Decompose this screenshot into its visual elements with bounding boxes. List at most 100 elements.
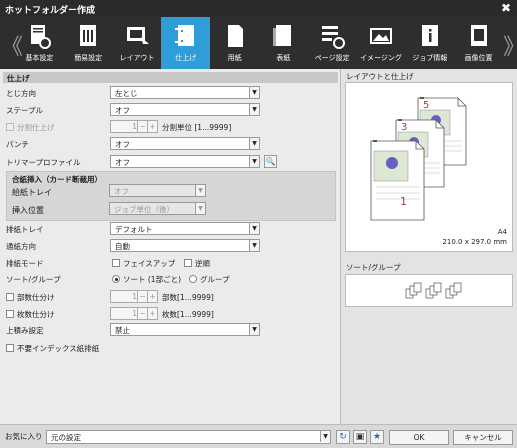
paper-icon bbox=[227, 25, 243, 47]
copies-split-stepper[interactable]: 1− + bbox=[110, 290, 158, 303]
output-tray-select[interactable]: デフォルト ▼ bbox=[110, 222, 260, 235]
save-icon[interactable]: ▣ bbox=[353, 430, 367, 444]
finishing-icon bbox=[174, 25, 194, 46]
chevron-down-icon: ▼ bbox=[249, 240, 259, 251]
tab-finishing[interactable]: 仕上げ bbox=[161, 17, 211, 69]
minus-icon[interactable]: − bbox=[137, 291, 147, 302]
stacked-pages-illustration: 5 3 1 bbox=[370, 97, 467, 221]
paper-direction-select[interactable]: 自動 ▼ bbox=[110, 239, 260, 252]
tab-layout[interactable]: レイアウト bbox=[113, 17, 162, 69]
tab-paper[interactable]: 用紙 bbox=[210, 17, 259, 69]
index-eject-label: 不要インデックス紙排紙 bbox=[17, 344, 100, 353]
layout-preview: 5 3 1 A4 210.0 x 297.0 mm bbox=[345, 82, 513, 252]
staple-label: ステープル bbox=[6, 106, 44, 115]
interleave-pos-value: ジョブ単位（後） bbox=[114, 205, 174, 214]
tab-imaging[interactable]: イメージング bbox=[357, 17, 406, 69]
chevron-down-icon: ▼ bbox=[249, 324, 259, 335]
split-label: 分割仕上げ bbox=[6, 122, 55, 133]
tab-basic-settings[interactable]: 基本設定 bbox=[15, 17, 64, 69]
sheets-split-stepper[interactable]: 1− + bbox=[110, 307, 158, 320]
sort-radio[interactable] bbox=[112, 275, 120, 283]
trimmer-row: トリマープロファイル オフ ▼ 🔍 bbox=[6, 155, 336, 168]
sort-option[interactable]: ソート (1部ごと) bbox=[112, 274, 181, 285]
cover-icon bbox=[273, 25, 292, 46]
layout-icon bbox=[126, 27, 149, 44]
trimmer-label: トリマープロファイル bbox=[6, 158, 81, 167]
punch-value: オフ bbox=[115, 140, 130, 149]
chevron-down-icon: ▼ bbox=[249, 87, 259, 98]
face-up-checkbox[interactable] bbox=[112, 259, 120, 267]
sort-preview bbox=[345, 274, 513, 307]
minus-icon[interactable]: − bbox=[137, 308, 147, 319]
ok-button[interactable]: OK bbox=[389, 430, 449, 445]
refresh-icon[interactable]: ↻ bbox=[336, 430, 350, 444]
interleave-title: 合紙挿入（カード断裁用） bbox=[12, 175, 102, 184]
tab-toolbar: 《 基本設定 簡易設定 レイアウト 仕上げ 用紙 表紙 ページ設定 イメージング… bbox=[0, 17, 517, 69]
interleave-section: 合紙挿入（カード断裁用） 給紙トレイ オフ ▼ 挿入位置 ジョブ単位（後） ▼ bbox=[6, 171, 336, 221]
tab-label: 画像位置 bbox=[464, 54, 493, 62]
window-title: ホットフォルダー作成 bbox=[5, 6, 96, 16]
punch-label: パンチ bbox=[6, 140, 29, 149]
tab-job-info[interactable]: ジョブ情報 bbox=[405, 17, 454, 69]
tab-image-position[interactable]: 画像位置 bbox=[454, 17, 503, 69]
reverse-order-option[interactable]: 逆順 bbox=[184, 258, 210, 269]
close-icon[interactable]: ✖ bbox=[501, 1, 511, 15]
page-number-5: 5 bbox=[423, 100, 429, 111]
cancel-button[interactable]: キャンセル bbox=[453, 430, 513, 445]
paper-dimensions: 210.0 x 297.0 mm bbox=[442, 238, 507, 246]
minus-icon[interactable]: − bbox=[137, 121, 147, 132]
image-position-icon bbox=[470, 25, 487, 46]
binding-select[interactable]: 左とじ ▼ bbox=[110, 86, 260, 99]
tab-cover[interactable]: 表紙 bbox=[259, 17, 308, 69]
group-radio[interactable] bbox=[189, 275, 197, 283]
bottom-bar: お気に入り 元の設定 ▼ ↻ ▣ ★ OK キャンセル bbox=[0, 424, 517, 448]
tab-label: イメージング bbox=[360, 54, 402, 62]
stacking-select[interactable]: 禁止 ▼ bbox=[110, 323, 260, 336]
staple-row: ステープル オフ ▼ bbox=[6, 103, 336, 116]
tab-label: ジョブ情報 bbox=[412, 54, 448, 62]
sheets-split-option[interactable]: 枚数仕分け bbox=[6, 309, 55, 320]
page-number-3: 3 bbox=[401, 122, 407, 133]
interleave-tray-value: オフ bbox=[114, 187, 129, 196]
sort-group-label: ソート/グループ bbox=[6, 275, 61, 284]
tab-label: レイアウト bbox=[119, 54, 155, 62]
plus-icon[interactable]: + bbox=[147, 308, 157, 319]
title-bar: ホットフォルダー作成 ✖ bbox=[0, 0, 517, 17]
sheets-split-row: 枚数仕分け 1− + 枚数[1...9999] bbox=[6, 307, 336, 320]
face-up-option[interactable]: フェイスアップ bbox=[112, 258, 175, 269]
interleave-pos-select[interactable]: ジョブ単位（後） ▼ bbox=[109, 202, 206, 215]
sort-option-label: ソート (1部ごと) bbox=[123, 275, 182, 284]
output-tray-label: 排紙トレイ bbox=[6, 225, 44, 234]
staple-select[interactable]: オフ ▼ bbox=[110, 103, 260, 116]
copies-split-option[interactable]: 部数仕分け bbox=[6, 292, 55, 303]
favorite-star-icon[interactable]: ★ bbox=[370, 430, 384, 444]
next-tabs-arrow[interactable]: 》 bbox=[503, 29, 517, 61]
reverse-order-checkbox[interactable] bbox=[184, 259, 192, 267]
chevron-down-icon: ▼ bbox=[249, 104, 259, 115]
split-stepper[interactable]: 1− + bbox=[110, 120, 158, 133]
split-unit: 分割単位 [1...9999] bbox=[162, 123, 232, 132]
plus-icon[interactable]: + bbox=[147, 121, 157, 132]
index-eject-checkbox[interactable] bbox=[6, 344, 14, 352]
preview-title: レイアウトと仕上げ bbox=[346, 72, 414, 81]
tab-quick-settings[interactable]: 簡易設定 bbox=[64, 17, 113, 69]
paper-size: A4 bbox=[497, 228, 507, 236]
chevron-down-icon: ▼ bbox=[320, 431, 330, 442]
favorites-select[interactable]: 元の設定 ▼ bbox=[46, 430, 331, 444]
chevron-down-icon: ▼ bbox=[249, 156, 259, 167]
sheets-split-checkbox[interactable] bbox=[6, 310, 14, 318]
settings-panel: 仕上げ とじ方向 左とじ ▼ ステープル オフ ▼ 分割仕上げ 1− + 分割単位 [… bbox=[0, 69, 341, 424]
favorites-label: お気に入り bbox=[5, 432, 43, 441]
split-checkbox[interactable] bbox=[6, 123, 14, 131]
plus-icon[interactable]: + bbox=[147, 291, 157, 302]
interleave-tray-select[interactable]: オフ ▼ bbox=[109, 184, 206, 197]
copies-split-checkbox[interactable] bbox=[6, 293, 14, 301]
trimmer-preview-icon[interactable]: 🔍 bbox=[264, 155, 277, 168]
chevron-down-icon: ▼ bbox=[249, 223, 259, 234]
tab-page-settings[interactable]: ページ設定 bbox=[308, 17, 357, 69]
trimmer-select[interactable]: オフ ▼ bbox=[110, 155, 260, 168]
punch-select[interactable]: オフ ▼ bbox=[110, 137, 260, 150]
binding-value: 左とじ bbox=[115, 89, 138, 98]
group-option[interactable]: グループ bbox=[189, 274, 230, 285]
index-eject-option[interactable]: 不要インデックス紙排紙 bbox=[6, 343, 99, 354]
